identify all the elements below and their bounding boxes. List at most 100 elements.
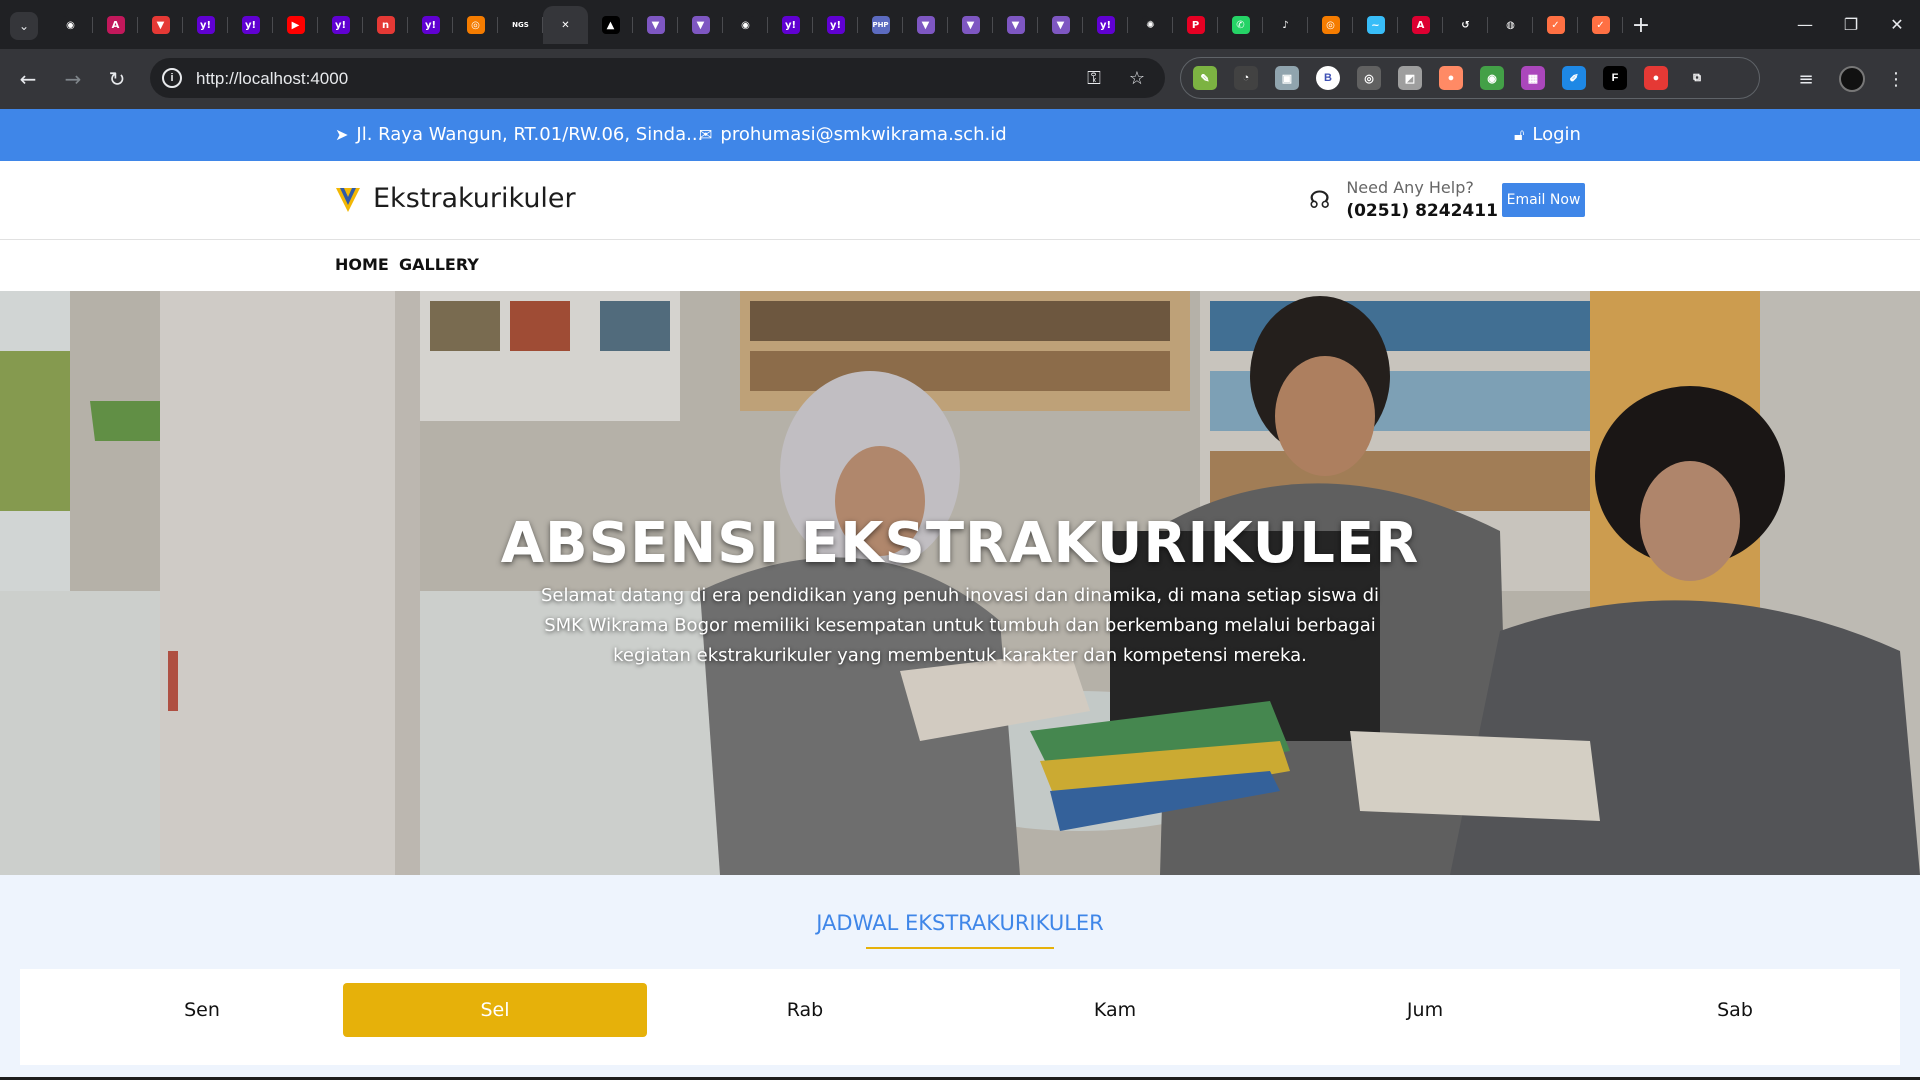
image-ext-icon[interactable]: ▣: [1275, 66, 1299, 90]
day-tab-sab[interactable]: Sab: [1583, 983, 1887, 1037]
nav-gallery[interactable]: GALLERY: [399, 255, 479, 274]
yahoo-icon: y!: [241, 16, 260, 34]
browser-tab[interactable]: y!: [318, 6, 363, 44]
edit-ext-icon[interactable]: ✐: [1562, 66, 1586, 90]
site-info-icon[interactable]: i: [162, 68, 182, 88]
media-control-icon[interactable]: ≡: [1792, 65, 1820, 93]
brand-logo-icon: [336, 187, 360, 212]
b-ext-icon[interactable]: B: [1316, 66, 1340, 90]
day-tab-sel[interactable]: Sel: [343, 983, 647, 1037]
browser-tab[interactable]: y!: [1083, 6, 1128, 44]
chat-ext-icon[interactable]: ●: [1644, 66, 1668, 90]
browser-tab[interactable]: ▼: [993, 6, 1038, 44]
day-tab-jum[interactable]: Jum: [1273, 983, 1577, 1037]
address-info: ➤ Jl. Raya Wangun, RT.01/RW.06, Sinda...: [335, 124, 703, 145]
pencil-ext-icon[interactable]: ✎: [1193, 66, 1217, 90]
orange-app-icon: ◎: [1321, 16, 1340, 34]
browser-tab[interactable]: ▼: [678, 6, 723, 44]
browser-tab[interactable]: ▼: [138, 6, 183, 44]
browser-tab[interactable]: n: [363, 6, 408, 44]
day-tab-sen[interactable]: Sen: [50, 983, 354, 1037]
browser-tab[interactable]: ▼: [903, 6, 948, 44]
email-now-button[interactable]: Email Now: [1502, 183, 1585, 217]
login-link[interactable]: 🔓︎ Login: [1514, 124, 1581, 145]
vite-icon: ▼: [961, 16, 980, 34]
password-key-icon[interactable]: ⚿: [1082, 66, 1106, 90]
location-arrow-icon: ➤: [335, 125, 349, 144]
browser-tab[interactable]: NGS: [498, 6, 543, 44]
vite-icon: ▼: [691, 16, 710, 34]
browser-tab[interactable]: ↺: [1443, 6, 1488, 44]
browser-tab[interactable]: y!: [408, 6, 453, 44]
envelope-icon: ✉: [699, 125, 713, 144]
bottle-ext-icon[interactable]: ●: [1439, 66, 1463, 90]
browser-tab[interactable]: y!: [768, 6, 813, 44]
browser-tab[interactable]: ✆: [1218, 6, 1263, 44]
back-arrow-icon[interactable]: ←: [14, 65, 42, 93]
hero-title: ABSENSI EKSTRAKURIKULER: [500, 511, 1420, 576]
browser-tab[interactable]: y!: [228, 6, 273, 44]
page: ➤ Jl. Raya Wangun, RT.01/RW.06, Sinda...…: [0, 109, 1920, 1080]
color-ext-icon[interactable]: ▦: [1521, 66, 1545, 90]
window-controls: — ❐ ✕: [1782, 0, 1920, 49]
browser-tab[interactable]: ▶: [273, 6, 318, 44]
browser-tab[interactable]: ▼: [633, 6, 678, 44]
url-text[interactable]: http://localhost:4000: [196, 69, 348, 89]
owl-ext-icon[interactable]: ◎: [1357, 66, 1381, 90]
fx-ext-icon[interactable]: F: [1603, 66, 1627, 90]
profile-avatar-icon[interactable]: [1838, 65, 1866, 93]
email-info: ✉ prohumasi@smkwikrama.sch.id: [699, 124, 1007, 145]
browser-tab[interactable]: ♪: [1263, 6, 1308, 44]
schedule-title: JADWAL EKSTRAKURIKULER: [816, 911, 1104, 935]
minimize-icon[interactable]: —: [1782, 0, 1828, 49]
email-text: prohumasi@smkwikrama.sch.id: [720, 124, 1007, 145]
browser-tab[interactable]: ◉: [48, 6, 93, 44]
arc-icon: A: [106, 16, 125, 34]
browser-tab[interactable]: y!: [813, 6, 858, 44]
browser-tab[interactable]: ▼: [948, 6, 993, 44]
headset-icon: ☊: [1309, 185, 1331, 214]
browser-tab[interactable]: ◎: [1308, 6, 1353, 44]
site-header: Ekstrakurikuler ☊ Need Any Help? (0251) …: [0, 161, 1920, 240]
lock-icon: 🔓︎: [1514, 124, 1525, 144]
browser-tab[interactable]: ◎: [453, 6, 498, 44]
browser-tab[interactable]: y!: [183, 6, 228, 44]
browser-tab[interactable]: ✕: [543, 6, 588, 44]
day-tab-kam[interactable]: Kam: [963, 983, 1267, 1037]
address-bar[interactable]: i http://localhost:4000 ⚿ ☆: [150, 58, 1165, 98]
restore-icon[interactable]: ❐: [1828, 0, 1874, 49]
browser-tab[interactable]: A: [93, 6, 138, 44]
browser-tab[interactable]: ▼: [1038, 6, 1083, 44]
youtube-icon: ▶: [286, 16, 305, 34]
browser-tab[interactable]: ▲: [588, 6, 633, 44]
puzzle-icon[interactable]: ⧉: [1685, 66, 1709, 90]
browser-tab[interactable]: ◉: [723, 6, 768, 44]
notion-red-icon: n: [376, 16, 395, 34]
title-underline: [866, 947, 1054, 949]
hero-banner: ABSENSI EKSTRAKURIKULER Selamat datang d…: [0, 291, 1920, 875]
browser-tab[interactable]: PHP: [858, 6, 903, 44]
chrome-menu-icon[interactable]: ⋮: [1882, 65, 1910, 93]
browser-tab[interactable]: P: [1173, 6, 1218, 44]
browser-tab[interactable]: A: [1398, 6, 1443, 44]
reload-icon[interactable]: ↻: [103, 65, 131, 93]
eye-ext-icon[interactable]: ◉: [1480, 66, 1504, 90]
browser-tab[interactable]: ✓: [1578, 6, 1623, 44]
speed-ext-icon[interactable]: ◔: [1234, 66, 1258, 90]
close-icon: ✕: [561, 19, 570, 31]
browser-tab[interactable]: ◍: [1488, 6, 1533, 44]
close-window-icon[interactable]: ✕: [1874, 0, 1920, 49]
hero-description: Selamat datang di era pendidikan yang pe…: [540, 585, 1380, 666]
brand[interactable]: Ekstrakurikuler: [335, 183, 576, 214]
tab-search-chevron-icon[interactable]: ⌄: [10, 12, 38, 40]
forward-arrow-icon[interactable]: →: [59, 65, 87, 93]
nav-home[interactable]: HOME: [335, 255, 389, 274]
grey-ext-icon[interactable]: ◩: [1398, 66, 1422, 90]
github-icon: ◉: [61, 16, 80, 34]
new-tab-plus-icon[interactable]: +: [1623, 6, 1659, 44]
browser-tab[interactable]: ~: [1353, 6, 1398, 44]
browser-tab[interactable]: ✺: [1128, 6, 1173, 44]
bookmark-star-icon[interactable]: ☆: [1125, 66, 1149, 90]
browser-tab[interactable]: ✓: [1533, 6, 1578, 44]
day-tab-rab[interactable]: Rab: [653, 983, 957, 1037]
